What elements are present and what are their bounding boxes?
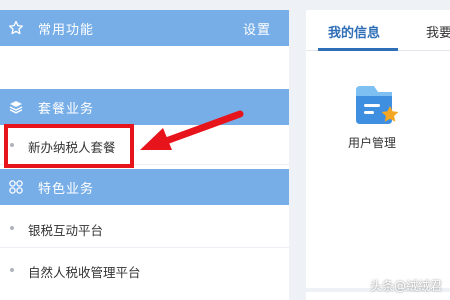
bullet-dot	[10, 226, 14, 230]
package-business-title: 套餐业务	[38, 102, 95, 117]
common-functions-title: 常用功能	[38, 23, 95, 38]
star-icon	[9, 20, 23, 35]
annotation-arrow-icon	[140, 110, 244, 150]
grid-icon	[9, 180, 23, 194]
right-info-panel: 我的信息 我要 用户管理	[306, 10, 450, 288]
watermark: 头条@絨絨君	[369, 279, 442, 293]
menu-item-personal-tax-platform[interactable]: 自然人税收管理平台	[0, 250, 289, 290]
special-business-header[interactable]: 特色业务	[0, 169, 289, 205]
common-functions-header[interactable]: 常用功能 设置	[0, 10, 289, 46]
user-management-label[interactable]: 用户管理	[348, 134, 396, 151]
menu-item-label: 银税互动平台	[28, 223, 104, 238]
special-business-title: 特色业务	[38, 182, 95, 197]
active-tab-indicator	[318, 48, 398, 51]
user-management-icon[interactable]	[350, 80, 400, 128]
tab-my-info[interactable]: 我的信息	[328, 22, 380, 41]
tabs-bar: 我的信息 我要	[306, 10, 450, 51]
menu-item-bank-tax-platform[interactable]: 银税互动平台	[0, 208, 289, 248]
highlight-box	[4, 124, 134, 168]
menu-item-label: 自然人税收管理平台	[28, 265, 141, 280]
bullet-dot	[10, 268, 14, 272]
layers-icon	[9, 101, 23, 114]
tab-i-want[interactable]: 我要	[426, 22, 450, 41]
settings-link[interactable]: 设置	[243, 19, 271, 38]
